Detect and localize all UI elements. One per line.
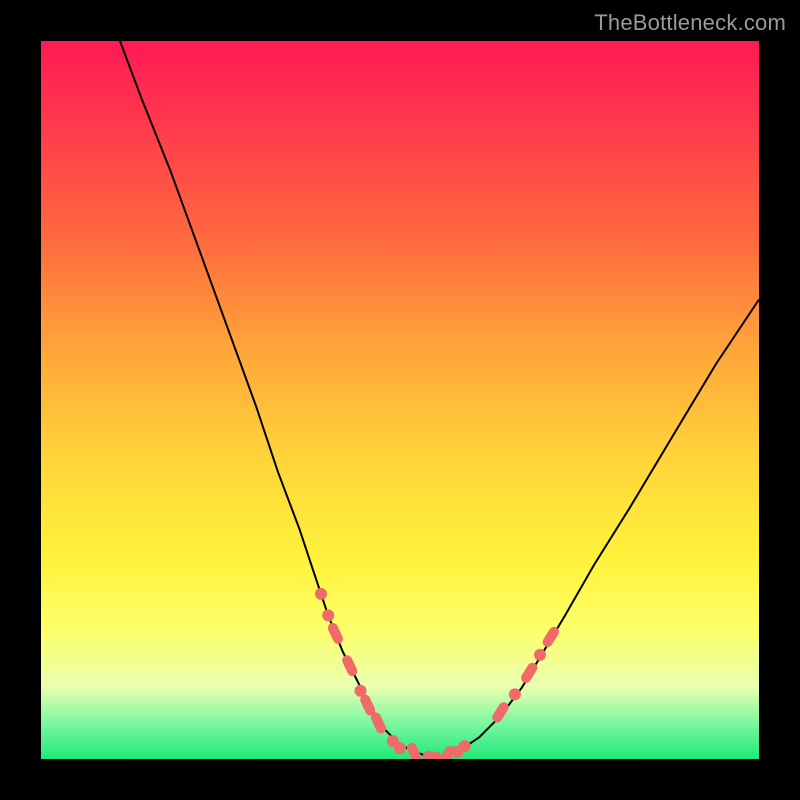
curve-marker-pill <box>405 741 423 759</box>
curve-marker-dot <box>322 609 334 621</box>
curve-markers <box>315 588 561 759</box>
curve-marker-pill <box>490 700 510 724</box>
curve-marker-dot <box>509 688 521 700</box>
curve-marker-dot <box>315 588 327 600</box>
chart-stage: TheBottleneck.com <box>0 0 800 800</box>
curve-marker-pill <box>326 621 344 645</box>
watermark-text: TheBottleneck.com <box>594 10 786 36</box>
right-curve <box>436 300 759 760</box>
curve-marker-pill <box>341 654 359 678</box>
curve-marker-dot <box>534 649 546 661</box>
left-curve <box>120 41 436 759</box>
curve-marker-dot <box>459 740 471 752</box>
curve-marker-pill <box>369 711 387 735</box>
plot-area <box>41 41 759 759</box>
curve-marker-dot <box>394 742 406 754</box>
curve-layer <box>41 41 759 759</box>
